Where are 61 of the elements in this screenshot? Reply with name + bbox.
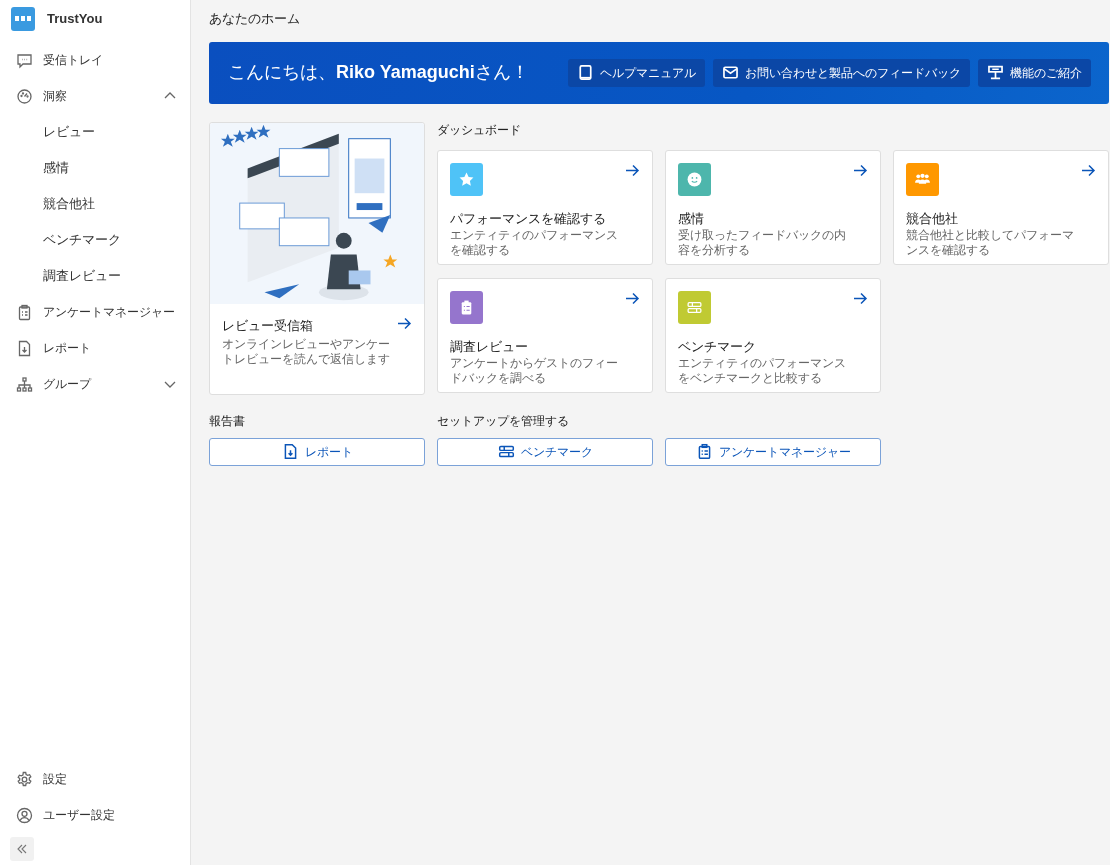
card-description: エンティティのパフォーマンスをベンチマークと比較する [678,356,847,386]
sidebar-item[interactable]: アンケートマネージャー [0,294,190,330]
arrow-icon [625,290,640,306]
banner-button[interactable]: ヘルプマニュアル [568,58,705,87]
sidebar-subitem[interactable]: 感情 [0,150,190,186]
document-download-icon [16,339,33,357]
card-title: ベンチマーク [678,337,756,356]
gear-icon [16,770,33,788]
card-title: 感情 [678,209,704,228]
sidebar-subitem[interactable]: レビュー [0,114,190,150]
dashboard-card[interactable]: 競合他社 競合他社と比較してパフォーマンスを確認する [893,149,1109,265]
arrow-icon [625,162,640,178]
double-chevron-icon [17,844,27,854]
chat-icon [16,51,33,69]
sidebar-item[interactable]: レポート [0,330,190,366]
logo-icon [11,7,35,31]
sidebar-item[interactable]: グループ [0,366,190,402]
section-heading: 報告書 [209,412,246,430]
hierarchy-icon [16,375,33,393]
card-description: 受け取ったフィードバックの内容を分析する [678,228,847,258]
page-title: あなたのホーム [209,11,301,27]
sidebar-subitem[interactable]: 調査レビュー [0,258,190,294]
collapse-sidebar-button[interactable] [10,837,34,861]
sidebar-subitem[interactable]: ベンチマーク [0,222,190,258]
book-icon [577,64,594,82]
card-title: 競合他社 [906,209,958,228]
signpost-icon [987,64,1004,82]
dashboard-card[interactable]: 調査レビュー アンケートからゲストのフィードバックを調べる [437,277,653,393]
arrow-icon [397,315,412,331]
sidebar-item[interactable]: 受信トレイ [0,42,190,78]
sidebar-subitem[interactable]: 競合他社 [0,186,190,222]
dashboard-card[interactable]: 感情 受け取ったフィードバックの内容を分析する [665,149,881,265]
outline-button[interactable]: レポート [209,437,425,466]
dashboard-card[interactable]: ベンチマーク エンティティのパフォーマンスをベンチマークと比較する [665,277,881,393]
card-description: アンケートからゲストのフィードバックを調べる [450,356,619,386]
outline-button[interactable]: アンケートマネージャー [665,437,881,466]
card-title: パフォーマンスを確認する [450,209,606,228]
card-description: エンティティのパフォーマンスを確認する [450,228,619,258]
brand-name: TrustYou [47,10,103,29]
clipboard-icon [16,303,33,321]
card-title: レビュー受信箱 [222,316,313,335]
card-description: オンラインレビューやアンケートレビューを読んで返信します [222,337,391,367]
envelope-icon [722,64,739,82]
card-description: 競合他社と比較してパフォーマンスを確認する [906,228,1075,258]
section-heading: ダッシュボード [437,123,522,137]
section-heading: セットアップを管理する [437,412,570,430]
banner-button[interactable]: お問い合わせと製品へのフィードバック [713,58,970,87]
sidebar-item[interactable]: 設定 [0,761,190,797]
outline-button[interactable]: ベンチマーク [437,437,653,466]
gauge-icon [16,87,33,105]
greeting-text: こんにちは、Riko Yamaguchiさん！ [228,61,529,84]
banner-button[interactable]: 機能のご紹介 [978,58,1091,87]
sidebar-item[interactable]: ユーザー設定 [0,797,190,833]
arrow-icon [853,290,868,306]
card-title: 調査レビュー [450,337,528,356]
sidebar-item[interactable]: 洞察 [0,78,190,114]
arrow-icon [853,162,868,178]
dashboard-card[interactable]: パフォーマンスを確認する エンティティのパフォーマンスを確認する [437,149,653,265]
review-inbox-card[interactable]: レビュー受信箱 オンラインレビューやアンケートレビューを読んで返信します [209,121,425,395]
user-circle-icon [16,806,33,824]
arrow-icon [1081,162,1096,178]
